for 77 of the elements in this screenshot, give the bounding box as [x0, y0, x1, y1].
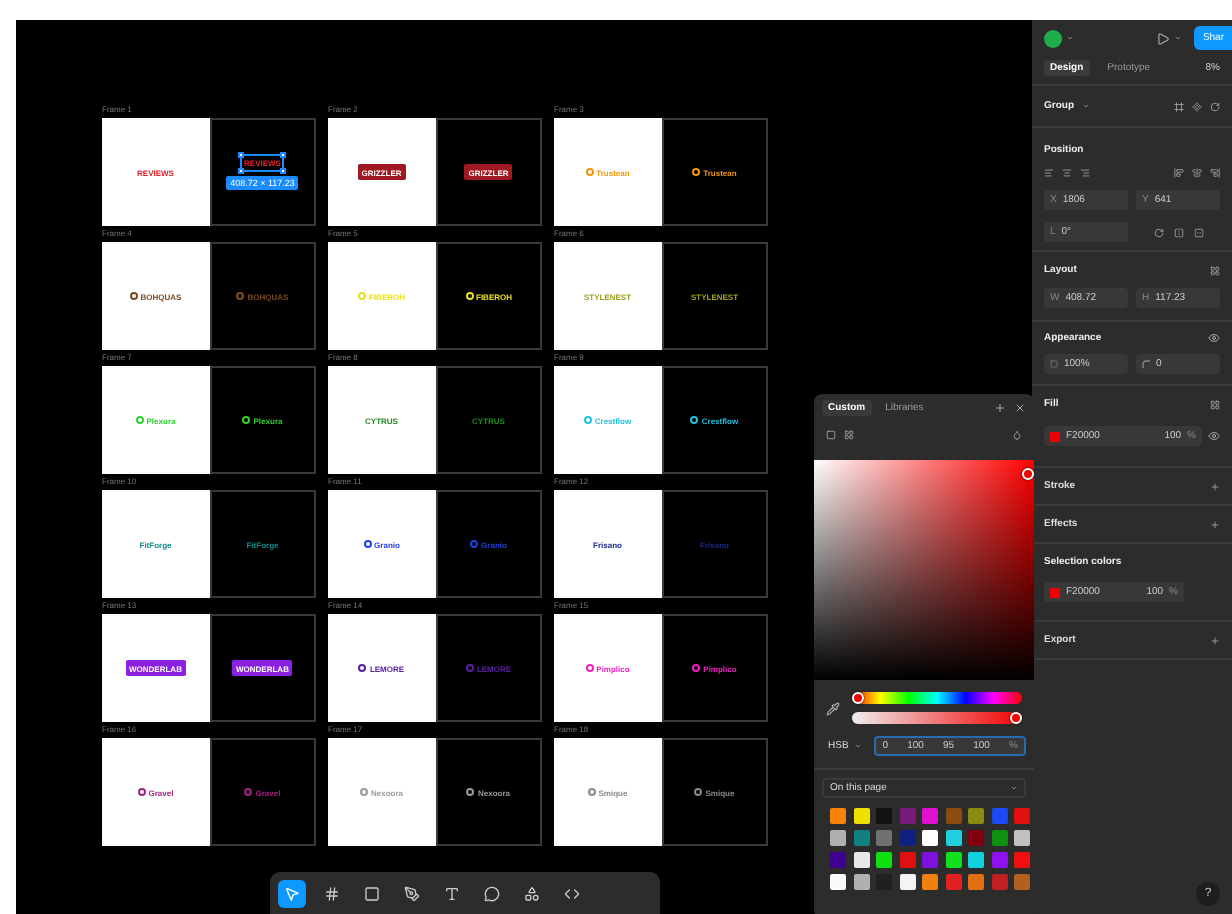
color-swatch[interactable] — [899, 830, 915, 846]
align-bottom-icon[interactable] — [1210, 168, 1220, 178]
eye-icon[interactable] — [1208, 332, 1220, 344]
image-fill-icon[interactable] — [844, 430, 854, 440]
close-icon[interactable] — [1014, 402, 1026, 414]
color-swatch[interactable] — [922, 874, 938, 890]
color-swatch[interactable] — [945, 808, 961, 824]
component-icon[interactable] — [1192, 101, 1202, 111]
color-swatch[interactable] — [1014, 808, 1030, 824]
pointer-icon — [284, 885, 300, 901]
plus-icon[interactable] — [1210, 519, 1220, 529]
frame-icon[interactable] — [1174, 101, 1184, 111]
color-swatch[interactable] — [991, 830, 1007, 846]
color-swatch[interactable] — [945, 830, 961, 846]
color-swatch[interactable] — [876, 808, 892, 824]
avatar[interactable] — [1044, 29, 1062, 47]
color-swatch[interactable] — [876, 830, 892, 846]
color-swatch[interactable] — [853, 808, 869, 824]
grid-icon[interactable] — [1210, 265, 1220, 275]
color-swatch[interactable] — [853, 874, 869, 890]
color-swatch[interactable] — [853, 852, 869, 868]
rotate-icon[interactable] — [1153, 227, 1163, 237]
color-swatch[interactable] — [830, 852, 846, 868]
corner-radius-icon — [1142, 360, 1150, 368]
align-right-icon[interactable] — [1080, 168, 1090, 178]
color-swatch[interactable] — [899, 874, 915, 890]
opacity-thumb[interactable] — [1010, 712, 1022, 724]
square-icon — [364, 885, 380, 901]
color-field[interactable] — [814, 460, 1034, 680]
hue-slider[interactable] — [852, 692, 1022, 704]
color-handle[interactable] — [1022, 468, 1034, 480]
plus-icon[interactable] — [1210, 481, 1220, 491]
align-top-icon[interactable] — [1174, 168, 1184, 178]
move-tool[interactable] — [278, 879, 306, 907]
color-swatch[interactable] — [922, 852, 938, 868]
color-swatch[interactable] — [991, 874, 1007, 890]
flip-vertical-icon[interactable] — [1193, 227, 1203, 237]
color-swatch[interactable] — [1014, 874, 1030, 890]
color-swatch[interactable] — [1014, 852, 1030, 868]
color-swatch[interactable] — [991, 808, 1007, 824]
color-swatch[interactable] — [968, 874, 984, 890]
color-swatch[interactable] — [853, 830, 869, 846]
color-swatch[interactable] — [922, 830, 938, 846]
color-swatch[interactable] — [922, 808, 938, 824]
shapes-icon — [524, 885, 540, 901]
color-swatch[interactable] — [1014, 830, 1030, 846]
color-swatch[interactable] — [991, 852, 1007, 868]
color-swatch[interactable] — [945, 852, 961, 868]
plus-icon[interactable] — [1210, 635, 1220, 645]
code-icon — [564, 885, 580, 901]
hash-icon — [324, 885, 340, 901]
droplet-icon[interactable] — [1012, 430, 1022, 440]
play-icon[interactable] — [1156, 31, 1171, 45]
eye-icon[interactable] — [1208, 430, 1220, 442]
color-swatch[interactable] — [876, 852, 892, 868]
color-swatch[interactable] — [945, 874, 961, 890]
color-swatch[interactable] — [968, 808, 984, 824]
flip-horizontal-icon[interactable] — [1173, 227, 1183, 237]
opacity-slider[interactable] — [852, 712, 1022, 724]
align-left-icon[interactable] — [1044, 168, 1054, 178]
color-swatch[interactable] — [830, 808, 846, 824]
pen-icon — [404, 885, 420, 901]
align-middle-icon[interactable] — [1192, 168, 1202, 178]
plus-icon[interactable] — [994, 402, 1006, 414]
color-swatch[interactable] — [899, 852, 915, 868]
hue-thumb[interactable] — [852, 692, 864, 704]
text-icon — [444, 885, 460, 901]
align-center-icon[interactable] — [1062, 168, 1072, 178]
color-swatch[interactable] — [830, 830, 846, 846]
color-swatch[interactable] — [830, 874, 846, 890]
grid-icon[interactable] — [1210, 399, 1220, 409]
color-swatch[interactable] — [899, 808, 915, 824]
color-swatch[interactable] — [968, 852, 984, 868]
solid-fill-icon[interactable] — [826, 430, 836, 440]
eyedropper-icon[interactable] — [826, 701, 840, 715]
comment-icon — [484, 885, 500, 901]
color-swatch[interactable] — [968, 830, 984, 846]
